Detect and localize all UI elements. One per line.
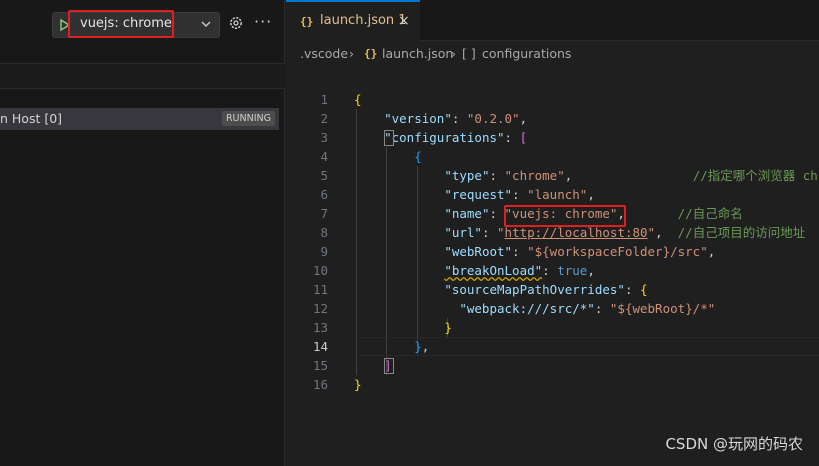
line-number: 13 (312, 320, 328, 335)
code-line: "breakOnLoad": true, (444, 263, 595, 278)
line-number: 12 (312, 301, 328, 316)
array-symbol-icon: [ ] (462, 46, 476, 61)
line-number-active: 14 (312, 339, 328, 354)
bracket-match-highlight (384, 130, 394, 146)
code-line: "webRoot": "${workspaceFolder}/src", (444, 244, 716, 259)
line-number: 16 (312, 377, 328, 392)
code-line: }, (414, 339, 430, 354)
chevron-down-icon[interactable] (199, 17, 213, 31)
debug-toolbar: vuejs: chrome ··· (0, 0, 285, 48)
line-number: 10 (312, 263, 328, 278)
call-stack-session-row[interactable]: n Host [0] RUNNING (0, 108, 279, 130)
line-number: 4 (320, 149, 328, 164)
json-file-icon: {} (364, 47, 378, 60)
editor-group: {} launch.json 1 × .vscode › {} launch.j… (286, 0, 819, 466)
line-number: 8 (320, 225, 328, 240)
line-number: 11 (312, 282, 328, 297)
line-number: 9 (320, 244, 328, 259)
line-number: 5 (320, 168, 328, 183)
bracket-match-highlight (384, 358, 394, 374)
code-line: "version": "0.2.0", (384, 111, 528, 126)
code-line: "configurations": [ (384, 130, 528, 145)
line-number: 3 (320, 130, 328, 145)
chevron-right-icon: › (451, 46, 456, 61)
tab-title: launch.json 1 (320, 13, 407, 28)
breadcrumb: .vscode › {} launch.json › [ ] configura… (286, 41, 819, 65)
tab-bar: {} launch.json 1 × (286, 0, 819, 41)
gear-icon[interactable] (228, 15, 244, 31)
url-link: http://localhost:80 (504, 225, 648, 240)
session-label: n Host [0] (0, 111, 63, 126)
code-line: { (354, 92, 362, 107)
launch-config-select[interactable]: vuejs: chrome (68, 10, 174, 38)
code-line: "type": "chrome", //指定哪个浏览器 ch (444, 168, 818, 183)
close-icon[interactable]: × (398, 13, 410, 29)
annotation-highlight (504, 205, 626, 227)
chevron-right-icon: › (349, 46, 354, 61)
run-debug-panel: vuejs: chrome ··· n Host [0] RUNNING (0, 0, 285, 466)
json-file-icon: {} (300, 15, 314, 28)
tab-launch-json[interactable]: {} launch.json 1 × (286, 0, 420, 41)
line-number: 2 (320, 111, 328, 126)
breadcrumb-symbol[interactable]: configurations (482, 46, 571, 61)
line-number: 7 (320, 206, 328, 221)
code-line: } (354, 377, 362, 392)
line-number: 6 (320, 187, 328, 202)
warning-squiggle: "breakOnLoad" (444, 263, 543, 278)
more-actions-icon[interactable]: ··· (254, 12, 272, 31)
code-line: "webpack:///src/*": "${webRoot}/*" (459, 301, 716, 316)
line-number: 1 (320, 92, 328, 107)
code-line: "request": "launch", (444, 187, 595, 202)
breadcrumb-folder[interactable]: .vscode (300, 46, 348, 61)
line-number: 15 (312, 358, 328, 373)
breadcrumb-file[interactable]: launch.json (382, 46, 453, 61)
code-line: } (444, 320, 452, 335)
code-line: { (414, 149, 422, 164)
status-badge: RUNNING (221, 111, 275, 126)
code-line: "sourceMapPathOverrides": { (444, 282, 648, 297)
watermark: CSDN @玩网的码农 (665, 435, 803, 453)
section-header (0, 64, 285, 89)
